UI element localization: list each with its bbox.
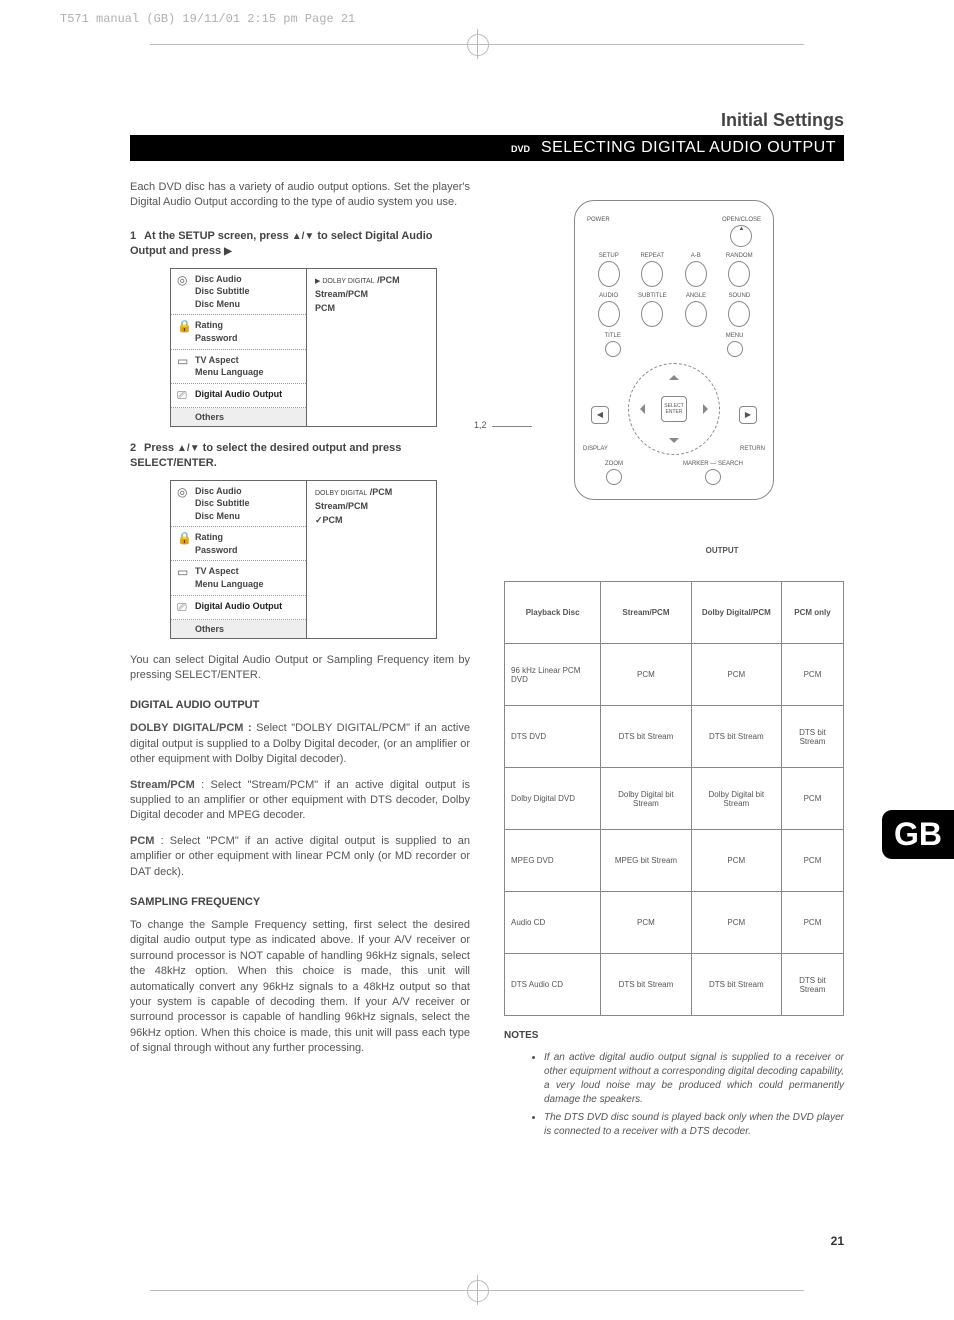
heading-sf: SAMPLING FREQUENCY [130,896,470,908]
lock-icon: 🔒 [177,319,195,344]
note-item: The DTS DVD disc sound is played back on… [544,1111,844,1139]
left-side-button-icon: ◀ [591,406,609,424]
osd-box-2: ◎Disc AudioDisc SubtitleDisc Menu 🔒Ratin… [170,480,437,639]
table-col-pcm: PCM only [781,582,843,644]
sound-button-icon [728,301,750,327]
title-button-icon [605,341,621,357]
table-col-stream: Stream/PCM [601,582,691,644]
heading-dao: DIGITAL AUDIO OUTPUT [130,699,470,711]
intro-text: Each DVD disc has a variety of audio out… [130,180,470,211]
right-side-button-icon: ▶ [739,406,757,424]
page-number: 21 [831,1234,844,1248]
table-output-header: OUTPUT [601,520,844,582]
osd-values-1: ▶ DOLBY DIGITAL /PCM Stream/PCM PCM [307,269,436,426]
osd-group-disc: ◎Disc AudioDisc SubtitleDisc Menu [171,269,306,316]
step-1: 1At the SETUP screen, press ▲/▼ to selec… [130,229,470,260]
dao-stream: Stream/PCM : Select "Stream/PCM" if an a… [130,778,470,824]
sf-text: To change the Sample Frequency setting, … [130,918,470,1057]
select-note: You can select Digital Audio Output or S… [130,653,470,684]
table-row: MPEG DVDMPEG bit StreamPCMPCM [505,830,844,892]
lock-icon: 🔒 [177,531,195,556]
disc-icon: ◎ [177,273,195,311]
zoom-button-icon [606,469,622,485]
repeat-button-icon [641,261,663,287]
section-bar-text: SELECTING DIGITAL AUDIO OUTPUT [541,139,836,156]
gb-language-tab: GB [882,810,954,859]
audio-button-icon [598,301,620,327]
open-close-icon: ▲ [730,225,752,247]
setup-button-icon [598,261,620,287]
random-button-icon [728,261,750,287]
note-item: If an active digital audio output signal… [544,1051,844,1107]
table-row: Audio CDPCMPCMPCM [505,892,844,954]
section-bar: DVD SELECTING DIGITAL AUDIO OUTPUT [130,135,844,161]
table-row: DTS Audio CDDTS bit StreamDTS bit Stream… [505,954,844,1016]
callout-12: 1,2 [474,420,487,430]
dvd-logo: DVD [511,144,530,154]
tv-icon: ▭ [177,565,195,590]
print-header: T571 manual (GB) 19/11/01 2:15 pm Page 2… [60,12,355,26]
table-row: DTS DVDDTS bit StreamDTS bit StreamDTS b… [505,706,844,768]
notes-heading: NOTES [504,1030,844,1041]
ab-button-icon [685,261,707,287]
osd-others: Others [171,408,306,426]
speaker-icon: ⎚ [177,600,195,615]
print-marks-top [0,34,954,54]
speaker-icon: ⎚ [177,388,195,403]
dao-pcm: PCM : Select "PCM" if an active digital … [130,834,470,880]
osd-group-tv: ▭TV AspectMenu Language [171,350,306,384]
print-marks-bottom [0,1280,954,1300]
menu-button-icon [727,341,743,357]
osd-group-audio: ⎚Digital Audio Output [171,384,306,408]
disc-icon: ◎ [177,485,195,523]
notes-list: If an active digital audio output signal… [504,1051,844,1139]
tv-icon: ▭ [177,354,195,379]
angle-button-icon [685,301,707,327]
dpad-icon: SELECT ENTER [628,363,720,455]
marker-button-icon [705,469,721,485]
table-row: 96 kHz Linear PCM DVDPCMPCMPCM [505,644,844,706]
osd-group-lock: 🔒RatingPassword [171,315,306,349]
osd-box-1: ◎Disc AudioDisc SubtitleDisc Menu 🔒Ratin… [170,268,437,427]
osd-values-2: DOLBY DIGITAL /PCM Stream/PCM ✓PCM [307,481,436,638]
subtitle-button-icon [641,301,663,327]
output-table: OUTPUT Playback Disc Stream/PCM Dolby Di… [504,520,844,1016]
step-2: 2Press ▲/▼ to select the desired output … [130,441,470,472]
table-col-dolby: Dolby Digital/PCM [691,582,781,644]
dao-dolby: DOLBY DIGITAL/PCM : Select "DOLBY DIGITA… [130,721,470,767]
table-row: Dolby Digital DVDDolby Digital bit Strea… [505,768,844,830]
section-title: Initial Settings [721,110,844,131]
remote-diagram: POWER OPEN/CLOSE▲ SETUP REPEAT A-B RANDO… [574,200,774,500]
table-col-playback: Playback Disc [505,582,601,644]
